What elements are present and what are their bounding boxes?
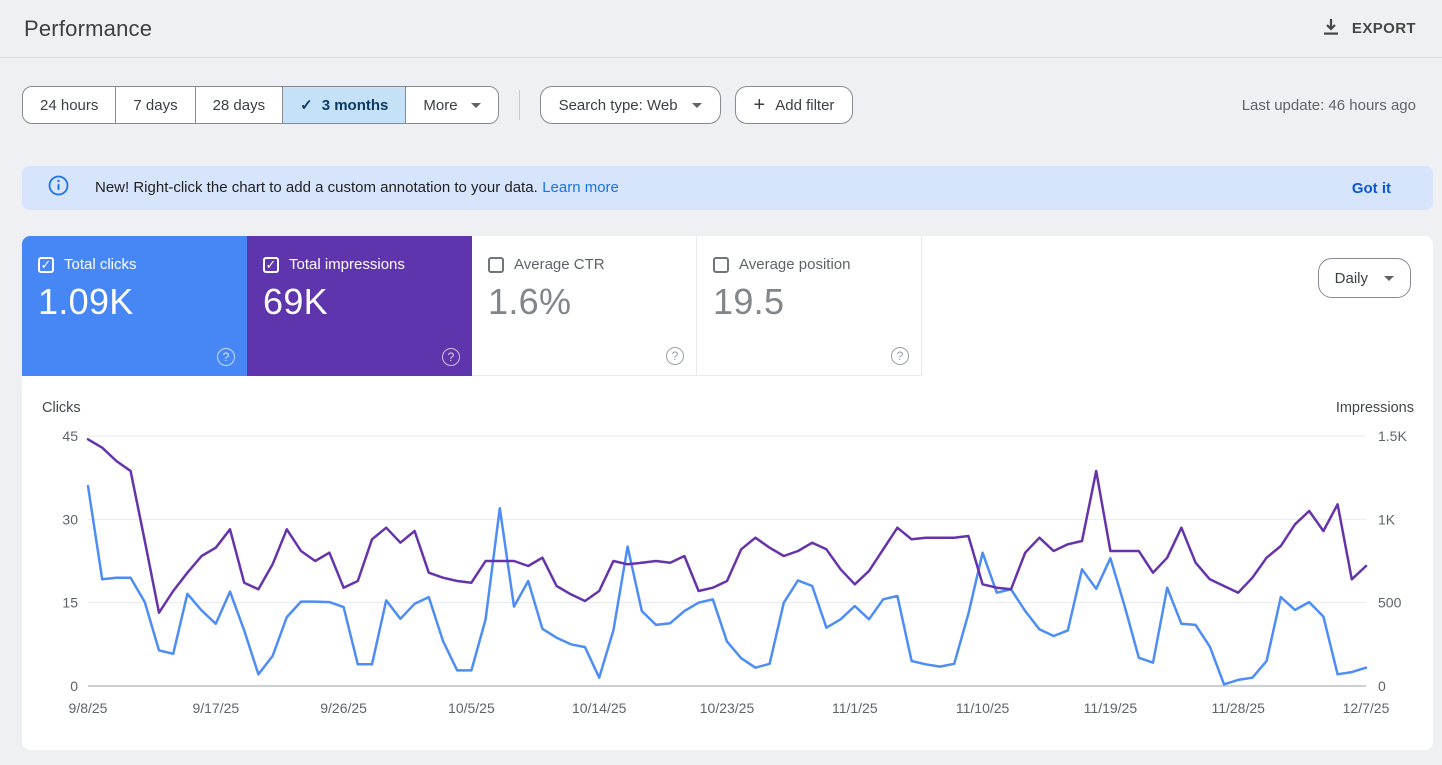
last-update-text: Last update: 46 hours ago	[1241, 96, 1416, 114]
chevron-down-icon	[691, 102, 702, 108]
svg-text:11/10/25: 11/10/25	[956, 700, 1010, 716]
checkbox-unchecked-icon[interactable]	[488, 256, 504, 273]
svg-text:30: 30	[62, 511, 78, 527]
svg-text:11/19/25: 11/19/25	[1084, 700, 1138, 716]
performance-chart[interactable]: 0 0 15 500 30 1K 45 1.5K 9/8/25 9/17/25 9/26/25 10/…	[22, 391, 1433, 732]
range-28-days-label: 28 days	[212, 96, 266, 114]
page-header: Performance EXPORT	[0, 0, 1442, 58]
annotation-banner: New! Right-click the chart to add a cust…	[22, 166, 1433, 210]
svg-text:Impressions: Impressions	[1336, 400, 1414, 416]
checkbox-checked-icon[interactable]: ✓	[263, 256, 279, 273]
svg-text:45: 45	[62, 428, 78, 444]
plus-icon: +	[753, 94, 766, 116]
svg-text:9/17/25: 9/17/25	[192, 700, 239, 716]
svg-text:11/28/25: 11/28/25	[1211, 700, 1265, 716]
range-7-days-label: 7 days	[133, 96, 178, 114]
average-ctr-value: 1.6%	[488, 281, 572, 322]
total-impressions-value: 69K	[263, 281, 328, 322]
chevron-down-icon	[470, 102, 481, 108]
export-label: EXPORT	[1351, 20, 1416, 37]
export-button[interactable]: EXPORT	[1322, 18, 1416, 40]
tile-label: Total clicks	[64, 256, 137, 273]
average-position-value: 19.5	[713, 281, 785, 322]
range-more-dropdown[interactable]: More	[406, 87, 497, 123]
tile-total-clicks[interactable]: ✓ Total clicks 1.09K ?	[22, 236, 247, 376]
toolbar-divider	[518, 90, 520, 120]
got-it-button[interactable]: Got it	[1352, 180, 1391, 197]
page-title: Performance	[24, 15, 153, 41]
svg-text:Clicks: Clicks	[42, 400, 81, 416]
help-icon[interactable]: ?	[666, 347, 684, 365]
tile-average-position[interactable]: Average position 19.5 ?	[697, 236, 922, 376]
svg-text:10/23/25: 10/23/25	[700, 700, 755, 716]
performance-card: ✓ Total clicks 1.09K ? ✓ Total impressio…	[22, 236, 1433, 750]
checkbox-unchecked-icon[interactable]	[713, 256, 729, 273]
clicks-impressions-line-chart: 0 0 15 500 30 1K 45 1.5K 9/8/25 9/17/25 9/26/25 10/…	[42, 400, 1414, 716]
granularity-dropdown[interactable]: Daily	[1317, 258, 1411, 298]
svg-text:12/7/25: 12/7/25	[1343, 700, 1390, 716]
add-filter-button[interactable]: + Add filter	[734, 86, 854, 124]
svg-text:9/26/25: 9/26/25	[320, 700, 367, 716]
search-type-label: Search type: Web	[558, 96, 678, 114]
range-28-days[interactable]: 28 days	[196, 87, 284, 123]
metric-tiles: ✓ Total clicks 1.09K ? ✓ Total impressio…	[22, 236, 1433, 376]
tile-total-impressions[interactable]: ✓ Total impressions 69K ?	[247, 236, 472, 376]
svg-text:10/14/25: 10/14/25	[572, 700, 627, 716]
range-3-months-label: 3 months	[321, 96, 389, 114]
granularity-label: Daily	[1334, 269, 1368, 287]
svg-text:0: 0	[1378, 678, 1386, 694]
help-icon[interactable]: ?	[891, 347, 909, 365]
learn-more-link[interactable]: Learn more	[542, 179, 619, 196]
range-24-hours-label: 24 hours	[40, 96, 99, 114]
add-filter-label: Add filter	[775, 96, 835, 114]
more-label: More	[423, 96, 458, 114]
svg-text:1.5K: 1.5K	[1378, 428, 1407, 444]
range-3-months[interactable]: ✓ 3 months	[283, 87, 407, 123]
tile-label: Total impressions	[289, 256, 405, 273]
svg-text:9/8/25: 9/8/25	[69, 700, 108, 716]
svg-text:10/5/25: 10/5/25	[448, 700, 495, 716]
svg-text:15: 15	[62, 595, 78, 611]
download-icon	[1322, 18, 1340, 40]
tile-average-ctr[interactable]: Average CTR 1.6% ?	[472, 236, 697, 376]
banner-text: New! Right-click the chart to add a cust…	[95, 179, 538, 196]
checkbox-checked-icon[interactable]: ✓	[38, 256, 54, 273]
svg-text:11/1/25: 11/1/25	[832, 700, 878, 716]
range-24-hours[interactable]: 24 hours	[23, 87, 117, 123]
tile-label: Average CTR	[514, 256, 605, 273]
svg-text:0: 0	[70, 678, 78, 694]
date-range-group: 24 hours 7 days 28 days ✓ 3 months More	[22, 86, 499, 124]
help-icon[interactable]: ?	[217, 348, 235, 366]
svg-text:1K: 1K	[1378, 511, 1396, 527]
chevron-down-icon	[1384, 275, 1394, 281]
filter-toolbar: 24 hours 7 days 28 days ✓ 3 months More …	[22, 86, 1416, 124]
tile-label: Average position	[739, 256, 851, 273]
checkmark-icon: ✓	[300, 97, 313, 114]
search-type-dropdown[interactable]: Search type: Web	[539, 86, 721, 124]
svg-text:500: 500	[1378, 595, 1402, 611]
info-icon	[48, 175, 69, 201]
range-7-days[interactable]: 7 days	[116, 87, 196, 123]
help-icon[interactable]: ?	[442, 348, 460, 366]
total-clicks-value: 1.09K	[38, 281, 134, 322]
